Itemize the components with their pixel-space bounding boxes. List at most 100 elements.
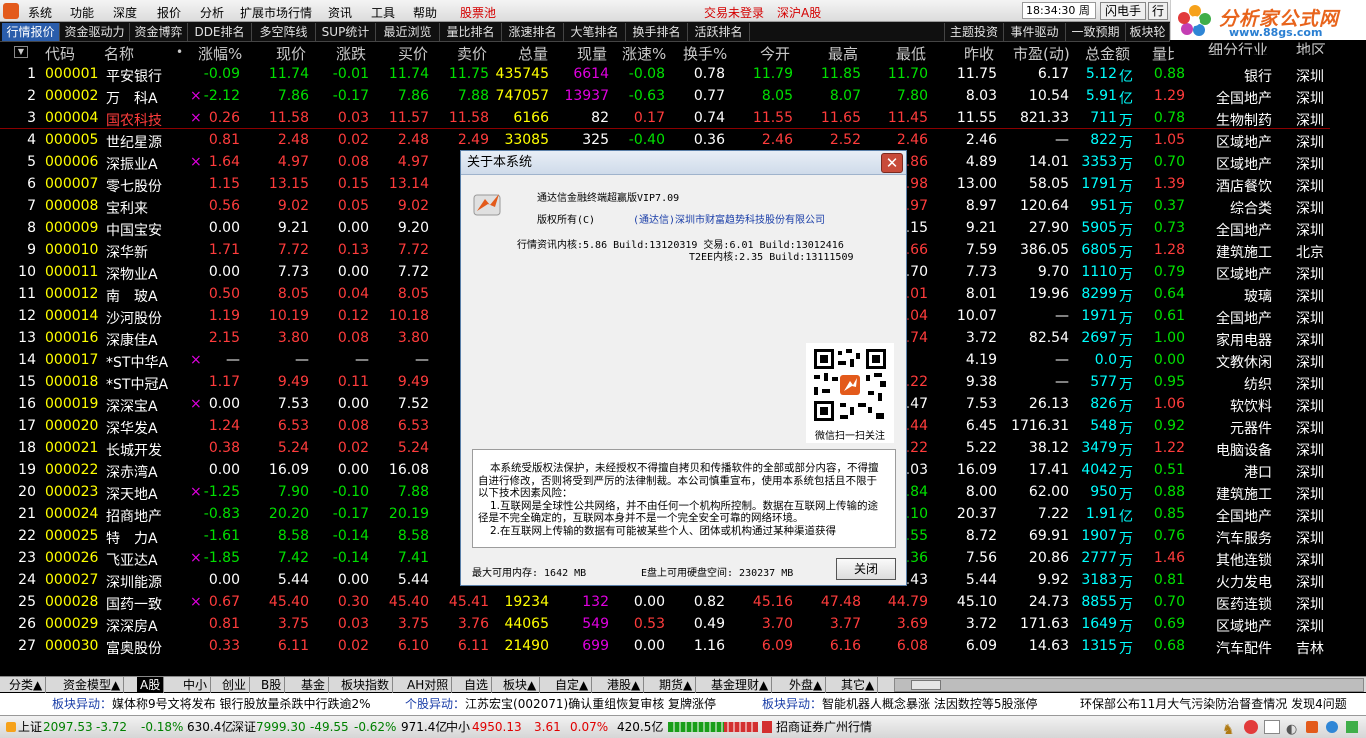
- col-low[interactable]: 最低: [896, 43, 926, 64]
- btab-sme[interactable]: 中小: [180, 677, 212, 693]
- sh-label[interactable]: 上证: [18, 716, 42, 738]
- col-bid[interactable]: 买价: [398, 43, 428, 64]
- btab-ah-compare[interactable]: AH对照: [404, 677, 453, 693]
- ticker-item-2[interactable]: 个股异动：江苏宏宝(002071)确认重组恢复审核 复牌涨停: [405, 693, 716, 715]
- connection-icon[interactable]: [1346, 721, 1358, 733]
- menu-quote[interactable]: 报价: [157, 4, 181, 21]
- tab-fund-game[interactable]: 资金博弈: [130, 23, 188, 41]
- btab-futures[interactable]: 期货▲: [656, 677, 697, 693]
- col-price[interactable]: 现价: [276, 43, 306, 64]
- col-high[interactable]: 最高: [828, 43, 858, 64]
- tab-fund-driver[interactable]: 资金驱动力: [60, 23, 130, 41]
- ticker-item-4[interactable]: 环保部公布11月大气污染防治督查情况 发现4问题: [1080, 693, 1347, 715]
- tab-sup-stats[interactable]: SUP统计: [316, 23, 376, 41]
- menu-stock-pool[interactable]: 股票池: [460, 4, 496, 21]
- col-speed[interactable]: 涨速%: [622, 43, 666, 64]
- tab-event-driven[interactable]: 事件驱动: [1004, 23, 1066, 41]
- trade-button[interactable]: 行: [1148, 2, 1169, 20]
- cell-ask: 7.88: [457, 88, 489, 104]
- tab-consensus[interactable]: 一致预期: [1066, 23, 1126, 41]
- btab-foreign[interactable]: 外盘▲: [786, 677, 827, 693]
- tab-speed-rank[interactable]: 涨速排名: [502, 23, 564, 41]
- menu-extended-market[interactable]: 扩展市场行情: [240, 4, 312, 21]
- tab-theme-invest[interactable]: 主题投资: [944, 23, 1004, 41]
- horizontal-scrollbar[interactable]: [894, 678, 1364, 692]
- menu-function[interactable]: 功能: [70, 4, 94, 21]
- col-region[interactable]: 地区: [1296, 39, 1326, 55]
- col-volume[interactable]: 总量: [518, 43, 548, 64]
- col-ask[interactable]: 卖价: [457, 43, 487, 64]
- ticker-item-3[interactable]: 板块异动：智能机器人概念暴涨 法因数控等5股涨停: [762, 693, 1037, 715]
- notify-icon[interactable]: ♞: [1222, 719, 1235, 738]
- sz-label[interactable]: 深证: [232, 716, 256, 738]
- btab-category[interactable]: 分类▲: [6, 677, 47, 693]
- tray-app-icon[interactable]: [1306, 721, 1318, 733]
- brand-url[interactable]: www.88gs.com: [1229, 26, 1322, 39]
- cell-unit: 万: [1119, 201, 1133, 217]
- btab-wealth[interactable]: 基金理财▲: [708, 677, 773, 693]
- message-icon[interactable]: [1264, 720, 1280, 734]
- scrollbar-thumb[interactable]: [911, 680, 941, 690]
- tab-long-short[interactable]: 多空阵线: [252, 23, 316, 41]
- tab-active-rank[interactable]: 活跃排名: [688, 23, 750, 41]
- table-row[interactable]: 25 000028 国药一致 × 0.67 45.40 0.30 45.40 45.41 1923…: [0, 592, 1366, 614]
- col-code[interactable]: 代码: [45, 43, 75, 64]
- btab-fund-model[interactable]: 资金模型▲: [60, 677, 125, 693]
- tab-recent[interactable]: 最近浏览: [376, 23, 440, 41]
- menu-system[interactable]: 系统: [28, 4, 52, 21]
- btab-watchlist[interactable]: 自选: [461, 677, 493, 693]
- btab-others[interactable]: 其它▲: [838, 677, 879, 693]
- tab-big-order-rank[interactable]: 大笔排名: [564, 23, 626, 41]
- flash-trade-button[interactable]: 闪电手: [1100, 2, 1147, 20]
- btab-custom[interactable]: 自定▲: [552, 677, 593, 693]
- btab-funds[interactable]: 基金: [298, 677, 330, 693]
- tab-sector-rotation[interactable]: 板块轮: [1126, 23, 1170, 41]
- speaker-icon[interactable]: ◐: [1286, 719, 1297, 738]
- table-row[interactable]: 26 000029 深深房A 0.81 3.75 0.03 3.75 3.76 44065 549…: [0, 614, 1366, 636]
- col-open[interactable]: 今开: [760, 43, 790, 64]
- col-industry[interactable]: 细分行业: [1208, 39, 1268, 55]
- legal-notice-textbox[interactable]: 本系统受版权法保护，未经授权不得擅自拷贝和传播软件的全部或部分内容，不得擅自进行…: [472, 449, 896, 548]
- btab-chinext[interactable]: 创业: [219, 677, 251, 693]
- btab-hk[interactable]: 港股▲: [604, 677, 645, 693]
- col-pe[interactable]: 市盈(动): [1013, 43, 1070, 64]
- col-pct[interactable]: 涨幅%: [198, 43, 242, 64]
- col-name[interactable]: 名称: [104, 43, 134, 64]
- col-change[interactable]: 涨跌: [336, 43, 366, 64]
- btab-b-shares[interactable]: B股: [258, 677, 286, 693]
- cell-pe: —: [1055, 352, 1069, 368]
- close-button[interactable]: 关闭: [836, 558, 896, 580]
- btab-sector-index[interactable]: 板块指数: [338, 677, 394, 693]
- col-amount[interactable]: 总金额: [1085, 43, 1130, 64]
- col-turnover[interactable]: 换手%: [683, 43, 727, 64]
- btab-sector[interactable]: 板块▲: [500, 677, 541, 693]
- table-row[interactable]: 1 000001 平安银行 -0.09 11.74 -0.01 11.74 11.75 4357…: [0, 64, 1366, 86]
- menu-help[interactable]: 帮助: [413, 4, 437, 21]
- sort-down-icon[interactable]: ▼: [14, 46, 28, 58]
- tab-quotes[interactable]: 行情报价: [2, 23, 60, 41]
- menu-analysis[interactable]: 分析: [200, 4, 224, 21]
- dialog-close-icon[interactable]: ✕: [881, 153, 903, 173]
- menu-news[interactable]: 资讯: [328, 4, 352, 21]
- table-row[interactable]: 27 000030 富奥股份 0.33 6.11 0.02 6.10 6.11 21490 699…: [0, 636, 1366, 658]
- col-prev-close[interactable]: 昨收: [964, 43, 994, 64]
- tab-dde-rank[interactable]: DDE排名: [188, 23, 252, 41]
- table-row[interactable]: 2 000002 万 科A × -2.12 7.86 -0.17 7.86 7.88 747057…: [0, 86, 1366, 108]
- zx-label[interactable]: 中小: [446, 716, 470, 738]
- cell-price: 7.53: [277, 396, 309, 412]
- tab-turnover-rank[interactable]: 换手排名: [626, 23, 688, 41]
- copyright-holder-link[interactable]: (通达信)深圳市财富趋势科技股份有限公司: [633, 211, 825, 226]
- network-icon[interactable]: [1326, 721, 1338, 733]
- tab-volume-ratio-rank[interactable]: 量比排名: [440, 23, 502, 41]
- trade-status[interactable]: 交易未登录: [704, 4, 764, 21]
- table-row[interactable]: 3 000004 国农科技 × 0.26 11.58 0.03 11.57 11.58 6166 8…: [0, 108, 1366, 130]
- col-cur-volume[interactable]: 现量: [577, 43, 607, 64]
- menu-tools[interactable]: 工具: [371, 4, 395, 21]
- broker-name[interactable]: 招商证券广州行情: [776, 716, 872, 738]
- btab-a-shares[interactable]: A股: [137, 677, 165, 693]
- ticker-item-1[interactable]: 板块异动：媒体称9号文将发布 银行股放量杀跌中行跌逾2%: [52, 693, 371, 715]
- col-vol-ratio[interactable]: 量比: [1152, 43, 1174, 64]
- alert-icon[interactable]: [1244, 720, 1258, 734]
- table-row[interactable]: 4 000005 世纪星源 0.81 2.48 0.02 2.48 2.49 33085 325 -…: [0, 130, 1366, 152]
- menu-depth[interactable]: 深度: [113, 4, 137, 21]
